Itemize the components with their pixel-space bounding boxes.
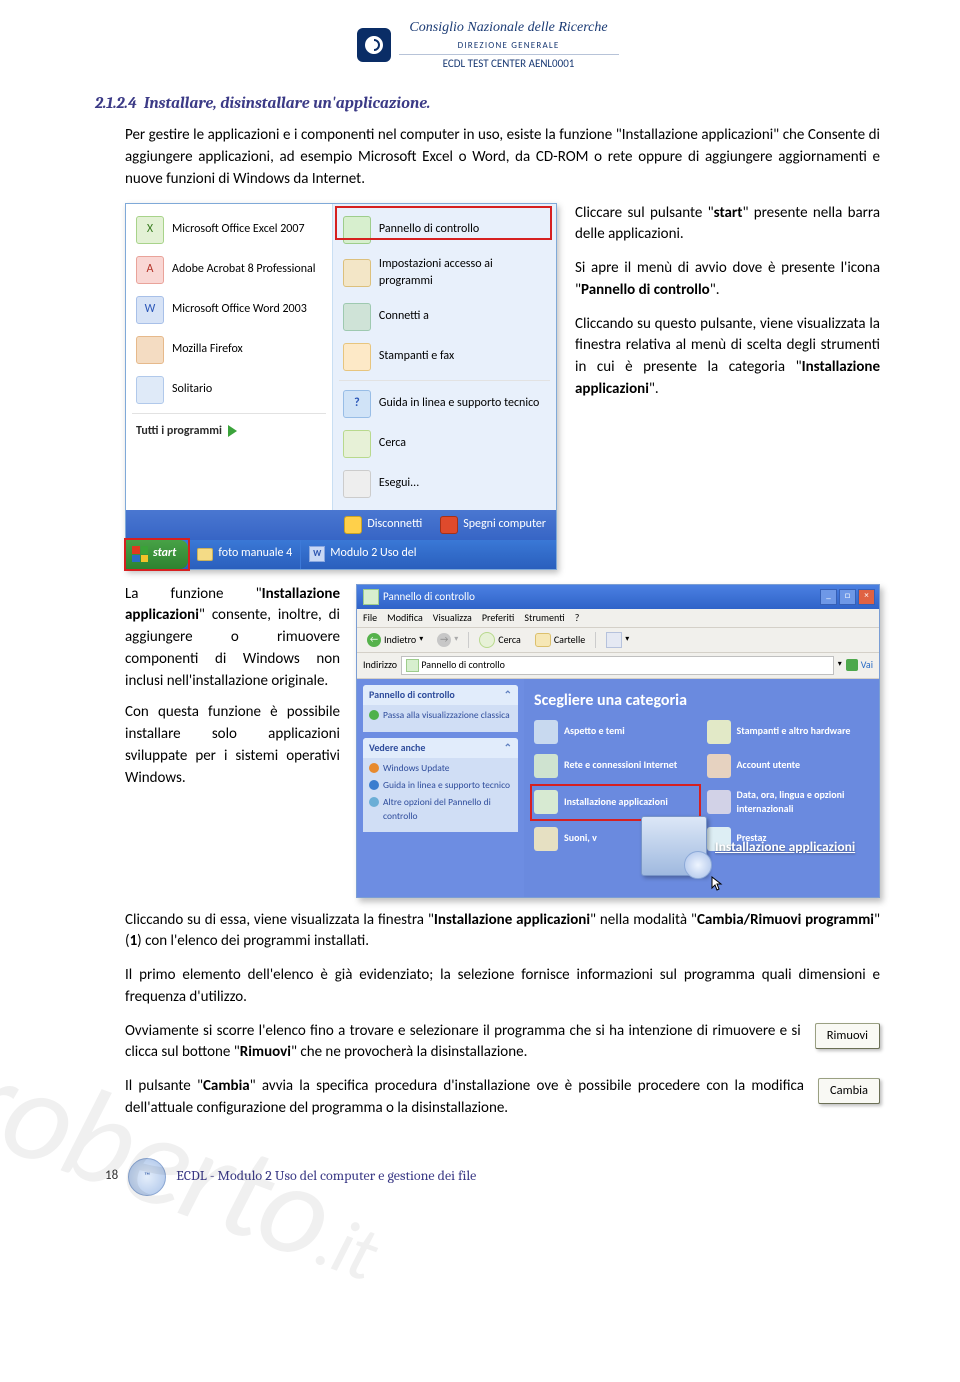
choose-category-header: Scegliere una categoria: [534, 689, 869, 712]
switch-view-icon: [369, 710, 379, 720]
cat-printers: Stampanti e altro hardware: [707, 720, 870, 744]
printers-icon: [343, 343, 371, 371]
back-icon: ←: [367, 633, 381, 647]
cnr-logo-icon: [357, 28, 391, 62]
org-name: Consiglio Nazionale delle Ricerche: [399, 18, 619, 38]
start-menu-bottom: Disconnetti Spegni computer: [126, 510, 556, 540]
rimuovi-paragraph: Ovviamente si scorre l'elenco fino a tro…: [125, 1021, 801, 1065]
all-programs: Tutti i programmi: [126, 417, 332, 446]
cp-menubar: FileModificaVisualizzaPreferitiStrumenti…: [357, 609, 879, 629]
maximize-icon: □: [839, 589, 856, 605]
search-icon: [479, 632, 495, 648]
cambia-paragraph: Il pulsante "Cambia" avvia la specifica …: [125, 1076, 804, 1120]
menu-item-pannello: Pannello di controllo: [333, 210, 556, 250]
minimize-icon: _: [820, 589, 837, 605]
folders-icon: [535, 633, 551, 647]
cat-accounts: Account utente: [707, 754, 870, 778]
taskbar-word: WModulo 2 Uso del: [300, 540, 424, 569]
cursor-icon: [711, 876, 723, 892]
windows-flag-icon: [132, 546, 148, 562]
other-options-icon: [369, 797, 379, 807]
test-center-label: ECDL TEST CENTER AENL0001: [399, 56, 619, 72]
side-text-2: La funzione "Installazione applicazioni"…: [125, 584, 340, 898]
cp-sidebar: Pannello di controllo⌃ Passa alla visual…: [357, 679, 524, 897]
cp-addressbar: Indirizzo Pannello di controllo ▾ Vai: [357, 653, 879, 679]
cat-appearance: Aspetto e temi: [534, 720, 697, 744]
power-icon: [440, 516, 458, 534]
menu-item-impostazioni: Impostazioni accesso ai programmi: [333, 250, 556, 297]
cp-toolbar: ←Indietro▾ →▾ Cerca Cartelle ▾: [357, 628, 879, 653]
search-icon: [343, 430, 371, 458]
after-paragraphs: Cliccando su di essa, viene visualizzata…: [95, 910, 880, 1009]
ecdl-globe-icon: ™: [128, 1158, 166, 1196]
menu-item-excel: XMicrosoft Office Excel 2007: [126, 210, 332, 250]
accounts-icon: [707, 754, 731, 778]
page-header: Consiglio Nazionale delle Ricerche DIREZ…: [95, 0, 880, 72]
menu-item-firefox: Mozilla Firefox: [126, 330, 332, 370]
sound-icon: [534, 827, 558, 851]
help-icon: [369, 780, 379, 790]
menu-item-solitario: Solitario: [126, 370, 332, 410]
menu-item-word: WMicrosoft Office Word 2003: [126, 290, 332, 330]
section-title: 2.1.2.4 Installare, disinstallare un'app…: [95, 92, 880, 115]
cat-network: Rete e connessioni Internet: [534, 754, 697, 778]
forward-icon: →: [437, 633, 451, 647]
cp-categories: Scegliere una categoria Aspetto e temi S…: [524, 679, 879, 897]
page-number: 18: [105, 1167, 118, 1186]
windows-update-icon: [369, 763, 379, 773]
taskbar: start foto manuale 4 WModulo 2 Uso del: [126, 540, 556, 569]
menu-item-connetti: Connetti a: [333, 297, 556, 337]
key-icon: [344, 516, 362, 534]
help-icon: ?: [343, 390, 371, 418]
run-icon: [343, 470, 371, 498]
solitaire-icon: [136, 376, 164, 404]
chevron-up-icon: ⌃: [504, 688, 512, 703]
printer-icon: [707, 720, 731, 744]
menu-item-esegui: Esegui...: [333, 464, 556, 504]
rimuovi-button[interactable]: Rimuovi: [815, 1023, 880, 1049]
menu-item-stampanti: Stampanti e fax: [333, 337, 556, 377]
cp-titlebar: Pannello di controllo _ □ ×: [357, 585, 879, 609]
firefox-icon: [136, 336, 164, 364]
logoff-button: Disconnetti: [344, 516, 422, 534]
chevron-up-icon: ⌃: [504, 741, 512, 756]
side-text-1: Cliccare sul pulsante "start" presente n…: [575, 203, 880, 570]
intro-paragraph: Per gestire le applicazioni e i componen…: [95, 125, 880, 190]
page-footer: 18 ™ ECDL - Modulo 2 Uso del computer e …: [95, 1158, 880, 1196]
close-icon: ×: [858, 589, 875, 605]
word-doc-icon: W: [309, 546, 325, 562]
program-access-icon: [343, 259, 371, 287]
direction-label: DIREZIONE GENERALE: [399, 39, 619, 52]
install-apps-callout: Installazione applicazioni: [637, 810, 885, 902]
start-button: start: [126, 540, 188, 569]
network-icon: [534, 754, 558, 778]
connect-icon: [343, 303, 371, 331]
folder-icon: [197, 548, 213, 561]
excel-icon: X: [136, 216, 164, 244]
arrow-right-icon: [228, 425, 237, 437]
shutdown-button: Spegni computer: [440, 516, 546, 534]
control-panel-icon: [363, 589, 379, 605]
menu-item-acrobat: AAdobe Acrobat 8 Professional: [126, 250, 332, 290]
appearance-icon: [534, 720, 558, 744]
view-icon: [606, 632, 622, 648]
menu-item-cerca: Cerca: [333, 424, 556, 464]
install-apps-box-icon: [641, 816, 707, 876]
menu-item-guida: ?Guida in linea e supporto tecnico: [333, 384, 556, 424]
acrobat-icon: A: [136, 256, 164, 284]
taskbar-folder: foto manuale 4: [188, 540, 300, 569]
word-icon: W: [136, 296, 164, 324]
cambia-button[interactable]: Cambia: [818, 1078, 880, 1104]
control-panel-window: Pannello di controllo _ □ × FileModifica…: [356, 584, 880, 898]
start-menu-screenshot: XMicrosoft Office Excel 2007 AAdobe Acro…: [125, 203, 557, 570]
control-panel-icon: [343, 216, 371, 244]
footer-text: ECDL - Modulo 2 Uso del computer e gesti…: [176, 1166, 476, 1186]
go-icon: [846, 659, 858, 671]
